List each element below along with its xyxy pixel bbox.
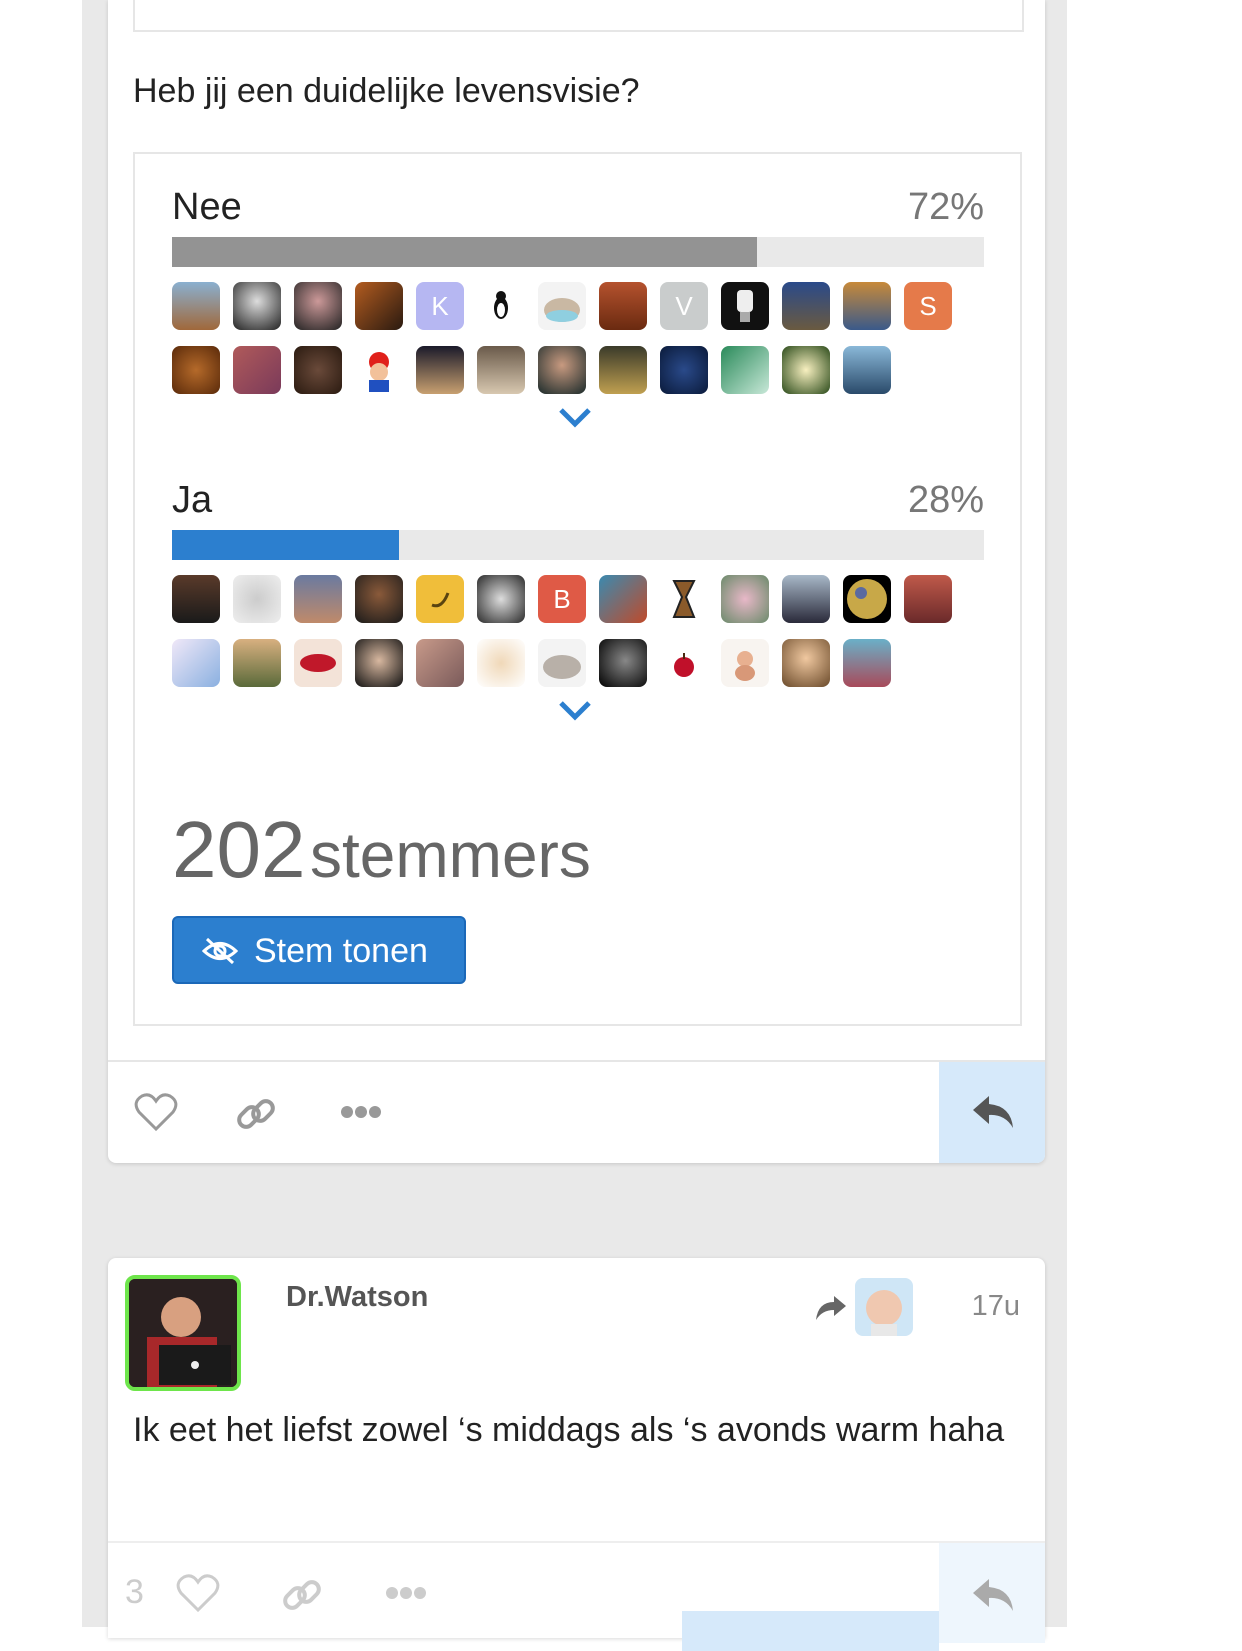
show-vote-button[interactable]: Stem tonen	[172, 916, 466, 984]
reply-icon	[973, 1579, 1013, 1611]
voter-count-label: stemmers	[309, 819, 591, 891]
voter-avatar-penguin[interactable]	[477, 282, 525, 330]
voter-avatar[interactable]	[660, 346, 708, 394]
voter-avatar[interactable]	[355, 282, 403, 330]
username[interactable]: Dr.Watson	[286, 1281, 428, 1314]
poll-question: Heb jij een duidelijke levensvisie?	[133, 72, 640, 110]
post-actions	[108, 1060, 1045, 1165]
voter-avatar[interactable]	[477, 575, 525, 623]
show-vote-label: Stem tonen	[254, 932, 428, 970]
poll-bar-track	[172, 237, 984, 267]
voter-avatar[interactable]	[416, 346, 464, 394]
poll: Nee 72% K V S Ja 28% B 202 stemmers Stem…	[133, 152, 1022, 1026]
voter-avatar[interactable]	[843, 282, 891, 330]
voter-avatar[interactable]	[416, 639, 464, 687]
eye-slash-icon	[202, 937, 238, 965]
voter-avatar[interactable]	[782, 639, 830, 687]
voter-avatar[interactable]	[294, 346, 342, 394]
voter-avatar[interactable]	[721, 575, 769, 623]
voter-avatar-coffee[interactable]	[660, 575, 708, 623]
reply-post-actions: 3	[108, 1541, 1045, 1651]
poll-bar-track	[172, 530, 984, 560]
voter-avatar-lips[interactable]	[294, 639, 342, 687]
heart-icon[interactable]	[134, 1092, 178, 1132]
voter-avatar[interactable]	[233, 346, 281, 394]
reply-post: Dr.Watson 17u Ik eet het liefst zowel ‘s…	[108, 1258, 1045, 1651]
poll-bar-fill	[172, 530, 400, 560]
voter-avatar[interactable]	[599, 282, 647, 330]
link-icon[interactable]	[234, 1092, 278, 1136]
voter-avatar[interactable]	[355, 639, 403, 687]
more-options-icon[interactable]	[385, 1585, 427, 1601]
voter-avatar[interactable]	[782, 575, 830, 623]
voter-avatar[interactable]	[599, 346, 647, 394]
poll-bar-fill	[172, 237, 757, 267]
share-arrow-icon[interactable]	[814, 1294, 848, 1322]
voter-avatar[interactable]	[538, 346, 586, 394]
reply-icon	[973, 1096, 1013, 1128]
poll-option-label: Ja	[172, 479, 213, 521]
voter-avatar[interactable]	[477, 346, 525, 394]
poll-post: Heb jij een duidelijke levensvisie? Nee …	[108, 0, 1045, 1163]
voter-avatar[interactable]	[172, 346, 220, 394]
voter-avatar[interactable]	[782, 346, 830, 394]
voter-avatar-apple[interactable]	[660, 639, 708, 687]
voter-avatar[interactable]	[233, 282, 281, 330]
more-options-icon[interactable]	[340, 1104, 382, 1120]
voter-avatar[interactable]	[599, 639, 647, 687]
previous-quote-box	[133, 0, 1024, 32]
poll-option-label: Nee	[172, 186, 242, 228]
poll-option-percent: 72%	[907, 186, 984, 228]
voter-count: 202 stemmers	[172, 804, 591, 896]
voter-avatar[interactable]	[843, 346, 891, 394]
voter-avatar[interactable]	[172, 282, 220, 330]
voter-avatar[interactable]: V	[660, 282, 708, 330]
reply-button[interactable]	[939, 1062, 1045, 1163]
voter-avatar[interactable]	[233, 575, 281, 623]
heart-icon[interactable]	[176, 1573, 220, 1613]
voter-avatar[interactable]: K	[416, 282, 464, 330]
like-count: 3	[125, 1573, 144, 1611]
poll-option-percent: 28%	[907, 479, 984, 521]
voter-avatar[interactable]	[721, 639, 769, 687]
voter-avatar[interactable]: B	[538, 575, 586, 623]
voter-avatar[interactable]: S	[904, 282, 952, 330]
post-time[interactable]: 17u	[972, 1290, 1020, 1323]
voter-avatar[interactable]	[294, 575, 342, 623]
voter-avatar-bulb[interactable]	[721, 282, 769, 330]
voter-avatar[interactable]	[782, 282, 830, 330]
post-body: Ik eet het liefst zowel ‘s middags als ‘…	[133, 1411, 1005, 1449]
voter-avatar[interactable]	[843, 639, 891, 687]
voter-avatar-mario[interactable]	[355, 346, 403, 394]
voter-avatar[interactable]	[477, 639, 525, 687]
scroll-indicator	[682, 1611, 939, 1651]
link-icon[interactable]	[280, 1573, 324, 1617]
voter-avatar[interactable]	[294, 282, 342, 330]
voter-avatar[interactable]	[904, 575, 952, 623]
voter-avatar[interactable]	[172, 639, 220, 687]
voter-count-number: 202	[172, 805, 306, 894]
voter-avatar-moon[interactable]	[843, 575, 891, 623]
chevron-down-icon[interactable]	[555, 697, 595, 727]
chevron-down-icon[interactable]	[555, 404, 595, 434]
replied-user-avatar[interactable]	[855, 1278, 913, 1336]
voter-avatar-banana[interactable]	[416, 575, 464, 623]
user-avatar[interactable]	[125, 1275, 241, 1391]
voter-avatar-cat[interactable]	[538, 282, 586, 330]
voter-avatar[interactable]	[172, 575, 220, 623]
voter-avatar[interactable]	[721, 346, 769, 394]
voter-avatar[interactable]	[355, 575, 403, 623]
voter-avatar[interactable]	[599, 575, 647, 623]
voter-avatar[interactable]	[233, 639, 281, 687]
voter-avatar-cat[interactable]	[538, 639, 586, 687]
reply-button[interactable]	[939, 1543, 1045, 1643]
